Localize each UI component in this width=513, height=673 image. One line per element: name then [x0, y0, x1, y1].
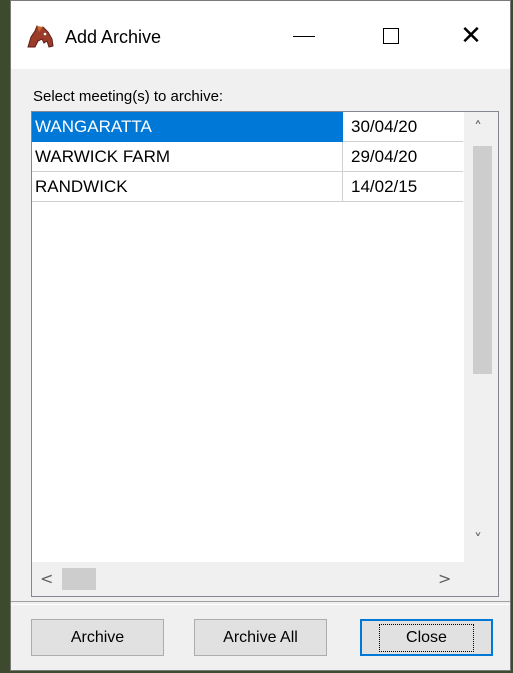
meeting-name: WARWICK FARM [32, 142, 343, 172]
scrollbar-corner [464, 562, 498, 596]
archive-all-button-label: Archive All [223, 628, 298, 646]
horse-head-icon [27, 25, 54, 48]
scroll-left-icon[interactable]: < [40, 569, 53, 588]
meeting-name: WANGARATTA [32, 112, 343, 142]
close-window-button[interactable]: ✕ [448, 17, 494, 55]
meeting-date: 29/04/20 [343, 142, 463, 172]
add-archive-dialog: Add Archive ✕ Select meeting(s) to archi… [10, 0, 511, 671]
meeting-date: 30/04/20 [343, 112, 463, 142]
close-button-label: Close [379, 623, 474, 652]
scroll-down-icon[interactable]: ˅ [474, 530, 482, 549]
maximize-button[interactable] [368, 17, 414, 55]
horizontal-scrollbar[interactable]: < > [32, 562, 466, 596]
title-bar[interactable]: Add Archive ✕ [11, 1, 510, 69]
meeting-date: 14/02/15 [343, 172, 463, 202]
close-button[interactable]: Close [360, 619, 493, 656]
maximize-icon [383, 28, 399, 44]
select-meetings-label: Select meeting(s) to archive: [33, 88, 224, 105]
window-title: Add Archive [65, 27, 162, 47]
archive-button[interactable]: Archive [31, 619, 164, 656]
list-item[interactable]: WARWICK FARM 29/04/20 [32, 142, 463, 172]
vertical-scroll-thumb[interactable] [473, 146, 492, 374]
archive-button-label: Archive [70, 628, 125, 646]
vertical-scrollbar[interactable]: ˄ ˅ [464, 112, 498, 564]
divider [11, 601, 510, 605]
meetings-list[interactable]: WANGARATTA 30/04/20 WARWICK FARM 29/04/2… [31, 111, 499, 597]
list-item[interactable]: WANGARATTA 30/04/20 [32, 112, 463, 142]
horizontal-scroll-thumb[interactable] [62, 568, 96, 590]
archive-all-button[interactable]: Archive All [194, 619, 327, 656]
scroll-up-icon[interactable]: ˄ [474, 118, 482, 137]
close-icon: ✕ [460, 21, 482, 51]
minimize-icon [293, 35, 315, 37]
meeting-name: RANDWICK [32, 172, 343, 202]
list-item[interactable]: RANDWICK 14/02/15 [32, 172, 463, 202]
scroll-right-icon[interactable]: > [438, 569, 451, 588]
minimize-button[interactable] [281, 17, 327, 55]
